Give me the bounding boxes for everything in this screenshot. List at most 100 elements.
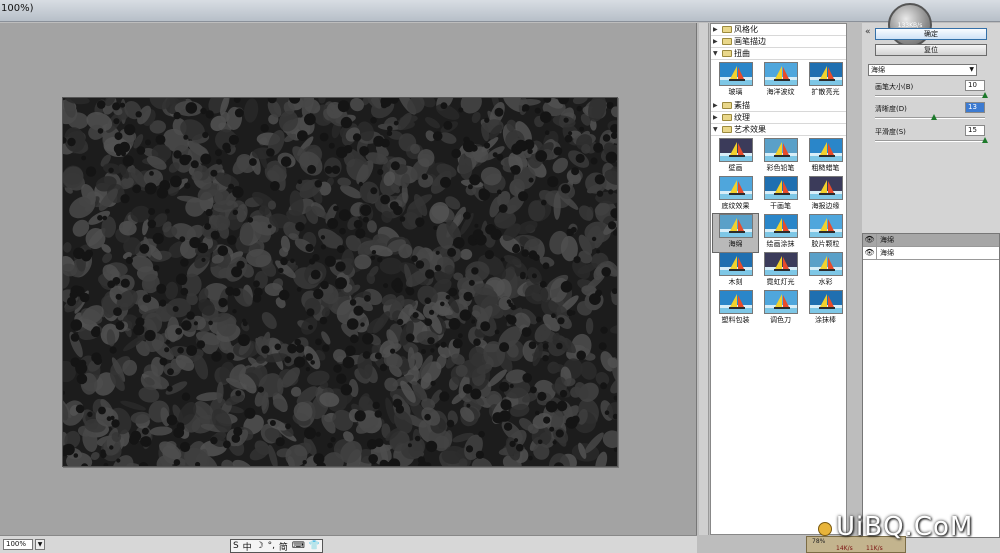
thumbnail-image (808, 138, 843, 162)
ime-item[interactable]: 简 (279, 540, 288, 553)
effect-layer[interactable]: 👁 海绵 (863, 234, 999, 247)
filter-label: 霓虹灯光 (766, 278, 795, 286)
thumbnail-image (718, 252, 753, 276)
filter-thumbnail[interactable]: 涂抹棒 (803, 290, 846, 328)
zoom-dropdown-button[interactable]: ▼ (35, 539, 45, 550)
filter-thumbnail[interactable]: 玻璃 (713, 62, 758, 100)
reset-button[interactable]: 复位 (875, 44, 987, 56)
filter-thumbnail[interactable]: 胶片颗粒 (803, 214, 846, 252)
ime-item[interactable]: ⌨ (292, 541, 305, 551)
filter-label: 调色刀 (770, 316, 791, 324)
tray-monitor-icon[interactable] (818, 522, 832, 536)
filter-label: 绘画涂抹 (766, 240, 795, 248)
smoothness-label: 平滑度(S) (875, 128, 906, 136)
eye-icon[interactable]: 👁 (863, 234, 877, 246)
filter-label: 海报边缘 (811, 202, 840, 210)
category-label: 艺术效果 (734, 125, 766, 134)
collapse-gallery-icon[interactable]: « (865, 27, 871, 37)
effect-layer[interactable]: 👁 海绵 (863, 247, 999, 260)
thumbnail-image (763, 290, 798, 314)
filter-select-value: 海绵 (871, 66, 885, 74)
definition-input[interactable]: 13 (965, 102, 985, 113)
filter-label: 扩散亮光 (811, 88, 840, 96)
filter-thumbnail[interactable]: 海绵 (712, 213, 759, 253)
smoothness-knob[interactable] (982, 137, 988, 143)
thumbnail-image (763, 176, 798, 200)
filter-select[interactable]: 海绵 ▼ (868, 64, 977, 76)
triangle-right-icon: ▶ (713, 114, 718, 121)
folder-icon (722, 126, 732, 133)
ime-item[interactable]: 中 (243, 540, 252, 553)
thumbnail-image (763, 252, 798, 276)
eye-icon[interactable]: 👁 (863, 247, 877, 259)
filter-gallery-window: 100%) 100% ▼ S 中 ☽ °, 简 ⌨ 👕 ▶ 风格化 ▶ 画笔描边 ▼ 扭曲 玻璃 海洋波纹… (0, 0, 1000, 553)
layer-name: 海绵 (880, 249, 894, 257)
folder-icon (722, 102, 732, 109)
category-0[interactable]: ▶ 风格化 (711, 24, 846, 36)
ime-item[interactable]: °, (268, 541, 275, 551)
tray-upload-rate: 14K/s (836, 545, 853, 552)
category-1[interactable]: ▶ 画笔描边 (711, 36, 846, 48)
definition-knob[interactable] (930, 114, 937, 120)
triangle-right-icon: ▶ (713, 26, 718, 33)
filter-thumbnail[interactable]: 海报边缘 (803, 176, 846, 214)
ime-item[interactable]: 👕 (309, 541, 320, 551)
thumbnail-image (763, 138, 798, 162)
layer-name: 海绵 (880, 236, 894, 244)
filter-thumbnail[interactable]: 扩散亮光 (803, 62, 846, 100)
gallery-scrollbar[interactable] (699, 23, 709, 535)
filter-thumbnail[interactable]: 彩色铅笔 (758, 138, 803, 176)
network-speed-bubble: 133KB/s (888, 3, 932, 47)
category-3[interactable]: ▶ 素描 (711, 100, 846, 112)
triangle-right-icon: ▶ (713, 102, 718, 109)
filter-thumbnail[interactable]: 塑料包装 (713, 290, 758, 328)
filter-thumbnail[interactable]: 壁画 (713, 138, 758, 176)
filter-thumbnail[interactable]: 粗糙蜡笔 (803, 138, 846, 176)
folder-icon (722, 38, 732, 45)
ok-button[interactable]: 确定 (875, 28, 987, 40)
thumbnail-image (763, 62, 798, 86)
thumbnail-image (718, 176, 753, 200)
filter-thumbnail[interactable]: 水彩 (803, 252, 846, 290)
thumbnail-image (718, 290, 753, 314)
filter-label: 壁画 (728, 164, 743, 172)
filter-label: 海洋波纹 (766, 88, 795, 96)
filter-gallery-panel: ▶ 风格化 ▶ 画笔描边 ▼ 扭曲 玻璃 海洋波纹 扩散亮光 ▶ 素描 ▶ 纹理 ▼ 艺术效果 壁画 彩色铅笔 粗… (710, 23, 847, 535)
triangle-down-icon: ▼ (713, 126, 718, 133)
title-bar: 100%) (0, 0, 1000, 22)
ime-item[interactable]: ☽ (256, 541, 264, 551)
filter-thumbnail[interactable]: 底纹效果 (713, 176, 758, 214)
thumbnail-image (718, 214, 753, 238)
sponge-texture (63, 98, 617, 466)
brush-size-slider[interactable] (875, 95, 985, 97)
category-label: 扭曲 (734, 49, 750, 58)
filter-thumbnail[interactable]: 海洋波纹 (758, 62, 803, 100)
site-watermark: UiBQ.CoM (836, 512, 974, 542)
thumbnail-image (718, 138, 753, 162)
thumbnail-image (808, 176, 843, 200)
smoothness-input[interactable]: 15 (965, 125, 985, 136)
filter-label: 海绵 (728, 240, 743, 248)
filter-label: 粗糙蜡笔 (811, 164, 840, 172)
category-label: 素描 (734, 101, 750, 110)
smoothness-slider[interactable] (875, 140, 985, 142)
filter-thumbnail[interactable]: 调色刀 (758, 290, 803, 328)
ime-toolbar[interactable]: S 中 ☽ °, 简 ⌨ 👕 (230, 539, 323, 553)
ime-item[interactable]: S (233, 541, 239, 551)
filter-thumbnail[interactable]: 霓虹灯光 (758, 252, 803, 290)
preview-canvas[interactable] (62, 97, 618, 467)
filter-thumbnail[interactable]: 木刻 (713, 252, 758, 290)
category-2[interactable]: ▼ 扭曲 (711, 48, 846, 60)
zoom-input[interactable]: 100% (3, 539, 33, 550)
brush-size-input[interactable]: 10 (965, 80, 985, 91)
brush-size-knob[interactable] (982, 92, 988, 98)
filter-grid: 壁画 彩色铅笔 粗糙蜡笔底纹效果 干画笔 海报边缘海绵 绘画涂抹 胶片颗粒木刻 霓虹灯光 水彩塑… (711, 136, 846, 328)
filter-thumbnail[interactable]: 绘画涂抹 (758, 214, 803, 252)
category-4[interactable]: ▶ 纹理 (711, 112, 846, 124)
preview-area[interactable] (0, 23, 697, 535)
category-label: 纹理 (734, 113, 750, 122)
filter-label: 木刻 (728, 278, 743, 286)
category-5[interactable]: ▼ 艺术效果 (711, 124, 846, 136)
thumbnail-image (808, 290, 843, 314)
filter-thumbnail[interactable]: 干画笔 (758, 176, 803, 214)
